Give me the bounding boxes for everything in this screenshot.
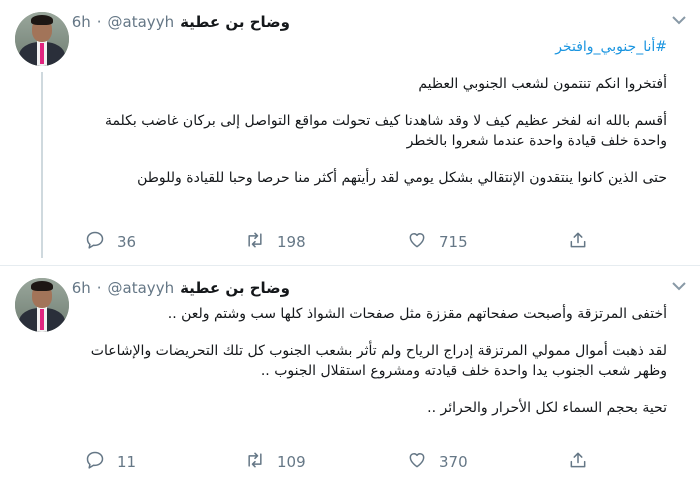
- tweet-header: وضاح بن عطية @atayyh · 6h: [72, 276, 290, 300]
- timestamp[interactable]: 6h: [72, 276, 91, 300]
- tweet-header: وضاح بن عطية @atayyh · 6h: [72, 10, 290, 34]
- timestamp[interactable]: 6h: [72, 10, 91, 34]
- display-name[interactable]: وضاح بن عطية: [180, 276, 290, 300]
- avatar[interactable]: [15, 278, 69, 332]
- retweet-icon: [245, 230, 265, 254]
- like-count: 370: [439, 453, 468, 471]
- like-count: 715: [439, 233, 468, 251]
- like-button[interactable]: 715: [407, 230, 468, 254]
- share-icon: [568, 232, 588, 254]
- tweet-paragraph: أختفى المرتزقة وأصبحت صفحاتهم مقززة مثل …: [167, 306, 667, 322]
- heart-icon: [407, 450, 427, 474]
- avatar[interactable]: [15, 12, 69, 66]
- share-icon: [568, 452, 588, 474]
- retweet-button[interactable]: 109: [245, 450, 306, 474]
- tweet-actions: 11 109 370: [0, 450, 700, 474]
- heart-icon: [407, 230, 427, 254]
- user-handle[interactable]: @atayyh: [108, 10, 175, 34]
- reply-count: 11: [117, 453, 137, 471]
- separator-dot: ·: [96, 279, 102, 297]
- like-button[interactable]: 370: [407, 450, 468, 474]
- share-button[interactable]: [568, 450, 588, 474]
- tweet-paragraph: تحية بحجم السماء لكل الأحرار والحرائر ..: [427, 400, 667, 416]
- reply-icon: [85, 230, 105, 254]
- tweet-paragraph: أفتخروا انكم تنتمون لشعب الجنوبي العظيم: [418, 76, 667, 92]
- display-name[interactable]: وضاح بن عطية: [180, 10, 290, 34]
- retweet-count: 198: [277, 233, 306, 251]
- reply-count: 36: [117, 233, 137, 251]
- reply-button[interactable]: 11: [85, 450, 136, 474]
- tweet-paragraph: حتى الذين كانوا ينتقدون الإنتقالي بشكل ي…: [137, 170, 667, 186]
- tweet[interactable]: وضاح بن عطية @atayyh · 6h أختفى المرتزقة…: [0, 266, 700, 483]
- separator-dot: ·: [96, 13, 102, 31]
- hashtag-link[interactable]: #أنا_جنوبي_وافتخر: [67, 37, 667, 57]
- tweet-text: #أنا_جنوبي_وافتخر أفتخروا انكم تنتمون لش…: [67, 37, 667, 188]
- retweet-button[interactable]: 198: [245, 230, 306, 254]
- chevron-down-icon[interactable]: [672, 280, 686, 294]
- tweet-paragraph: أقسم بالله انه لفخر عظيم كيف لا وقد شاهد…: [104, 113, 667, 149]
- tweet-paragraph: لقد ذهبت أموال ممولي المرتزقة إدراج الري…: [90, 343, 667, 379]
- retweet-icon: [245, 450, 265, 474]
- user-handle[interactable]: @atayyh: [108, 276, 175, 300]
- tweet-actions: 36 198 715: [0, 230, 700, 254]
- tweet-text: أختفى المرتزقة وأصبحت صفحاتهم مقززة مثل …: [67, 304, 667, 418]
- reply-button[interactable]: 36: [85, 230, 136, 254]
- chevron-down-icon[interactable]: [672, 14, 686, 28]
- tweet[interactable]: وضاح بن عطية @atayyh · 6h #أنا_جنوبي_واف…: [0, 0, 700, 265]
- share-button[interactable]: [568, 230, 588, 254]
- reply-icon: [85, 450, 105, 474]
- retweet-count: 109: [277, 453, 306, 471]
